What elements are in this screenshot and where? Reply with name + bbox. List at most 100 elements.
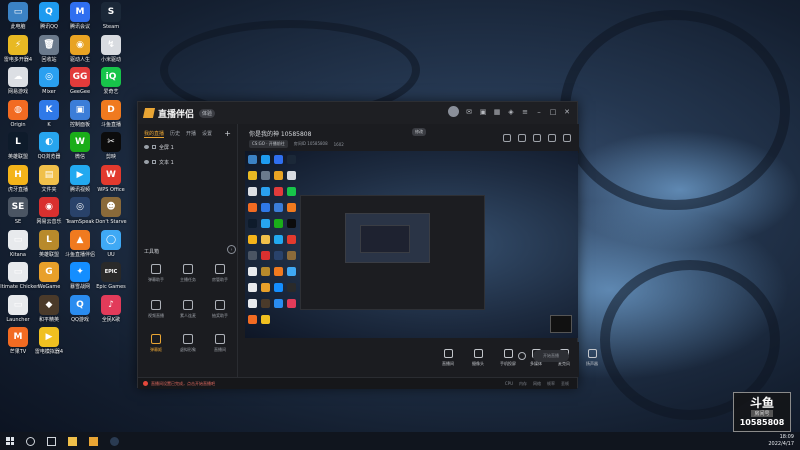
start-live-button[interactable]: 开始直播 <box>533 350 569 362</box>
tool-room-admin[interactable]: 房管助手 <box>206 264 234 286</box>
tool-lottery[interactable]: 抽奖助手 <box>206 300 234 322</box>
status-message[interactable]: 直播间设置已完成，点击开始直播吧 <box>151 381 215 387</box>
settings-gear-icon[interactable] <box>518 352 526 360</box>
speaker-button[interactable]: 扬声器 <box>579 349 605 367</box>
tool-co-stream[interactable]: 素人连麦 <box>174 300 202 322</box>
lock-icon[interactable] <box>518 134 526 142</box>
toolbox-more-icon[interactable]: › <box>227 245 236 254</box>
desktop-icon[interactable]: ▭ Ultimate Chicken <box>0 262 39 296</box>
desktop-icon[interactable]: ▭ Launcher <box>2 294 34 329</box>
settings-icon[interactable] <box>563 134 571 142</box>
desktop-icon[interactable]: ◉ 驱动人生 <box>64 34 96 69</box>
tool-avatar[interactable]: 虚拟形象 <box>174 334 202 356</box>
scene-item[interactable]: 全屏 1 <box>138 141 237 153</box>
scene-name: 全屏 1 <box>159 144 174 151</box>
desktop-icon[interactable]: KK <box>33 99 65 134</box>
desktop-icon[interactable]: D 斗鱼直播 <box>95 99 127 134</box>
desktop-icon[interactable]: ♪ 全民K歌 <box>95 294 127 329</box>
desktop-icon[interactable]: ▶ 雷电模拟器4 <box>33 327 65 361</box>
desktop-icon[interactable]: ✦ 暴雪战网 <box>64 262 96 296</box>
desktop-icon[interactable]: L 英雄联盟 <box>2 132 34 166</box>
camera-button[interactable]: 摄像头 <box>465 349 491 367</box>
desktop-icon[interactable]: W WPS Office <box>95 164 127 199</box>
desktop-icon[interactable]: ↯ 小米驱动 <box>95 34 127 69</box>
maximize-icon[interactable]: □ <box>549 108 557 116</box>
desktop-icon[interactable]: Q 腾讯QQ <box>33 2 65 36</box>
desktop-icon[interactable]: GG GeeGee <box>64 67 96 101</box>
tool-host-task[interactable]: 主播任务 <box>174 264 202 286</box>
eye-icon[interactable] <box>144 145 149 149</box>
edit-room-button[interactable]: 修改 <box>412 128 426 136</box>
gift-icon[interactable]: ▦ <box>493 108 501 116</box>
menu-icon[interactable]: ≡ <box>521 108 529 116</box>
screenshot-icon[interactable]: ▣ <box>479 108 487 116</box>
desktop-icon[interactable]: ◍ Origin <box>2 99 34 134</box>
tool-danmu-helper[interactable]: 弹幕助手 <box>142 264 170 286</box>
steam-taskbar-icon[interactable] <box>110 436 119 446</box>
desktop-icon[interactable]: ⚡ 雷电多开器4 <box>2 34 34 69</box>
tab-settings[interactable]: 设置 <box>202 130 212 137</box>
minimize-icon[interactable]: – <box>535 108 543 116</box>
desktop-icon[interactable]: ◯ UU <box>95 229 127 264</box>
tab-start[interactable]: 开播 <box>186 130 196 137</box>
windows-start-icon[interactable] <box>6 437 14 445</box>
desktop-icon[interactable]: S Steam <box>95 2 127 36</box>
stream-preview[interactable] <box>245 151 578 338</box>
desktop-icon[interactable]: EPIC Epic Games <box>95 262 127 296</box>
eye-icon[interactable] <box>144 160 149 164</box>
desktop-icon[interactable]: ◎ Mixer <box>33 67 65 101</box>
desktop-icon[interactable]: ▶ 腾讯视频 <box>64 164 96 199</box>
system-clock[interactable]: 18:09 2022/4/17 <box>768 434 794 448</box>
desktop-icon[interactable]: ☻ Don't Starve <box>95 197 127 231</box>
live-room-button[interactable]: 直播间 <box>435 349 461 367</box>
phone-cast-button[interactable]: 手机投屏 <box>495 349 521 367</box>
task-view-icon[interactable] <box>47 436 56 446</box>
message-icon[interactable]: ✉ <box>465 108 473 116</box>
desktop-icon[interactable]: L 英雄联盟 <box>33 229 65 264</box>
left-panel: 我的直播 历史 开播 设置 + 全屏 1 文本 1 工具箱 › 弹幕助手 主播任… <box>138 124 238 377</box>
desktop-icon[interactable]: G WeGame <box>33 262 65 296</box>
desktop-icon[interactable]: ◉ 网易云音乐 <box>33 197 65 231</box>
desktop-icon[interactable]: ▭ Kitana <box>2 229 34 264</box>
bell-icon[interactable] <box>548 134 556 142</box>
desktop-icon[interactable]: ☁ 网易游戏 <box>2 67 34 101</box>
file-explorer-icon[interactable] <box>68 436 77 446</box>
tool-danmu-ji[interactable]: 弹幕姬 <box>142 334 170 356</box>
desktop-icon[interactable]: ▤ 文件夹 <box>33 164 65 199</box>
desktop-icon[interactable]: ✂ 剪映 <box>95 132 127 166</box>
tab-my-live[interactable]: 我的直播 <box>144 130 165 138</box>
add-scene-icon[interactable]: + <box>224 129 231 138</box>
window-titlebar[interactable]: 直播伴侣 体验 ✉ ▣ ▦ ◈ ≡ – □ ✕ <box>138 102 577 124</box>
live-companion-taskbar-icon[interactable] <box>89 436 98 446</box>
version-badge[interactable]: 体验 <box>199 108 216 118</box>
desktop-icon[interactable]: ▲ 斗鱼直播伴侣 <box>64 229 96 264</box>
lock-icon[interactable] <box>152 145 156 149</box>
skin-icon[interactable]: ◈ <box>507 108 515 116</box>
desktop-icon-label: WPS Office <box>97 186 125 193</box>
lock-icon[interactable] <box>152 160 156 164</box>
copy-icon[interactable] <box>533 134 541 142</box>
desktop-icon[interactable]: 🗑 回收站 <box>33 34 65 69</box>
room-title[interactable]: 你是我的神 10585808 <box>249 129 311 138</box>
search-icon[interactable] <box>26 436 35 446</box>
desktop-icon[interactable]: ▣ 控制面板 <box>64 99 96 134</box>
desktop-icon[interactable]: SE SE <box>2 197 34 231</box>
desktop-icon[interactable]: ◆ 和平精英 <box>33 294 65 329</box>
tab-history[interactable]: 历史 <box>170 130 180 137</box>
scene-item[interactable]: 文本 1 <box>138 156 237 168</box>
desktop-icon[interactable]: ▭ 此电脑 <box>2 2 34 36</box>
tool-video-live[interactable]: 视频直播 <box>142 300 170 322</box>
desktop-icon[interactable]: ◎ TeamSpeak <box>64 197 96 231</box>
desktop-icon[interactable]: M 芒果TV <box>2 327 34 361</box>
tool-live-room[interactable]: 直播间 <box>206 334 234 356</box>
desktop-icon[interactable]: ◐ QQ浏览器 <box>33 132 65 166</box>
close-icon[interactable]: ✕ <box>563 108 571 116</box>
desktop-icon[interactable]: Q QQ游戏 <box>64 294 96 329</box>
user-avatar[interactable] <box>448 106 459 117</box>
desktop-icon[interactable]: H 虎牙直播 <box>2 164 34 199</box>
desktop-icon[interactable]: iQ 爱奇艺 <box>95 67 127 101</box>
desktop-icon[interactable]: W 微信 <box>64 132 96 166</box>
category-tag[interactable]: CS:GO · 开播前往 <box>249 140 288 148</box>
delete-icon[interactable] <box>503 134 511 142</box>
desktop-icon[interactable]: M 腾讯会议 <box>64 2 96 36</box>
